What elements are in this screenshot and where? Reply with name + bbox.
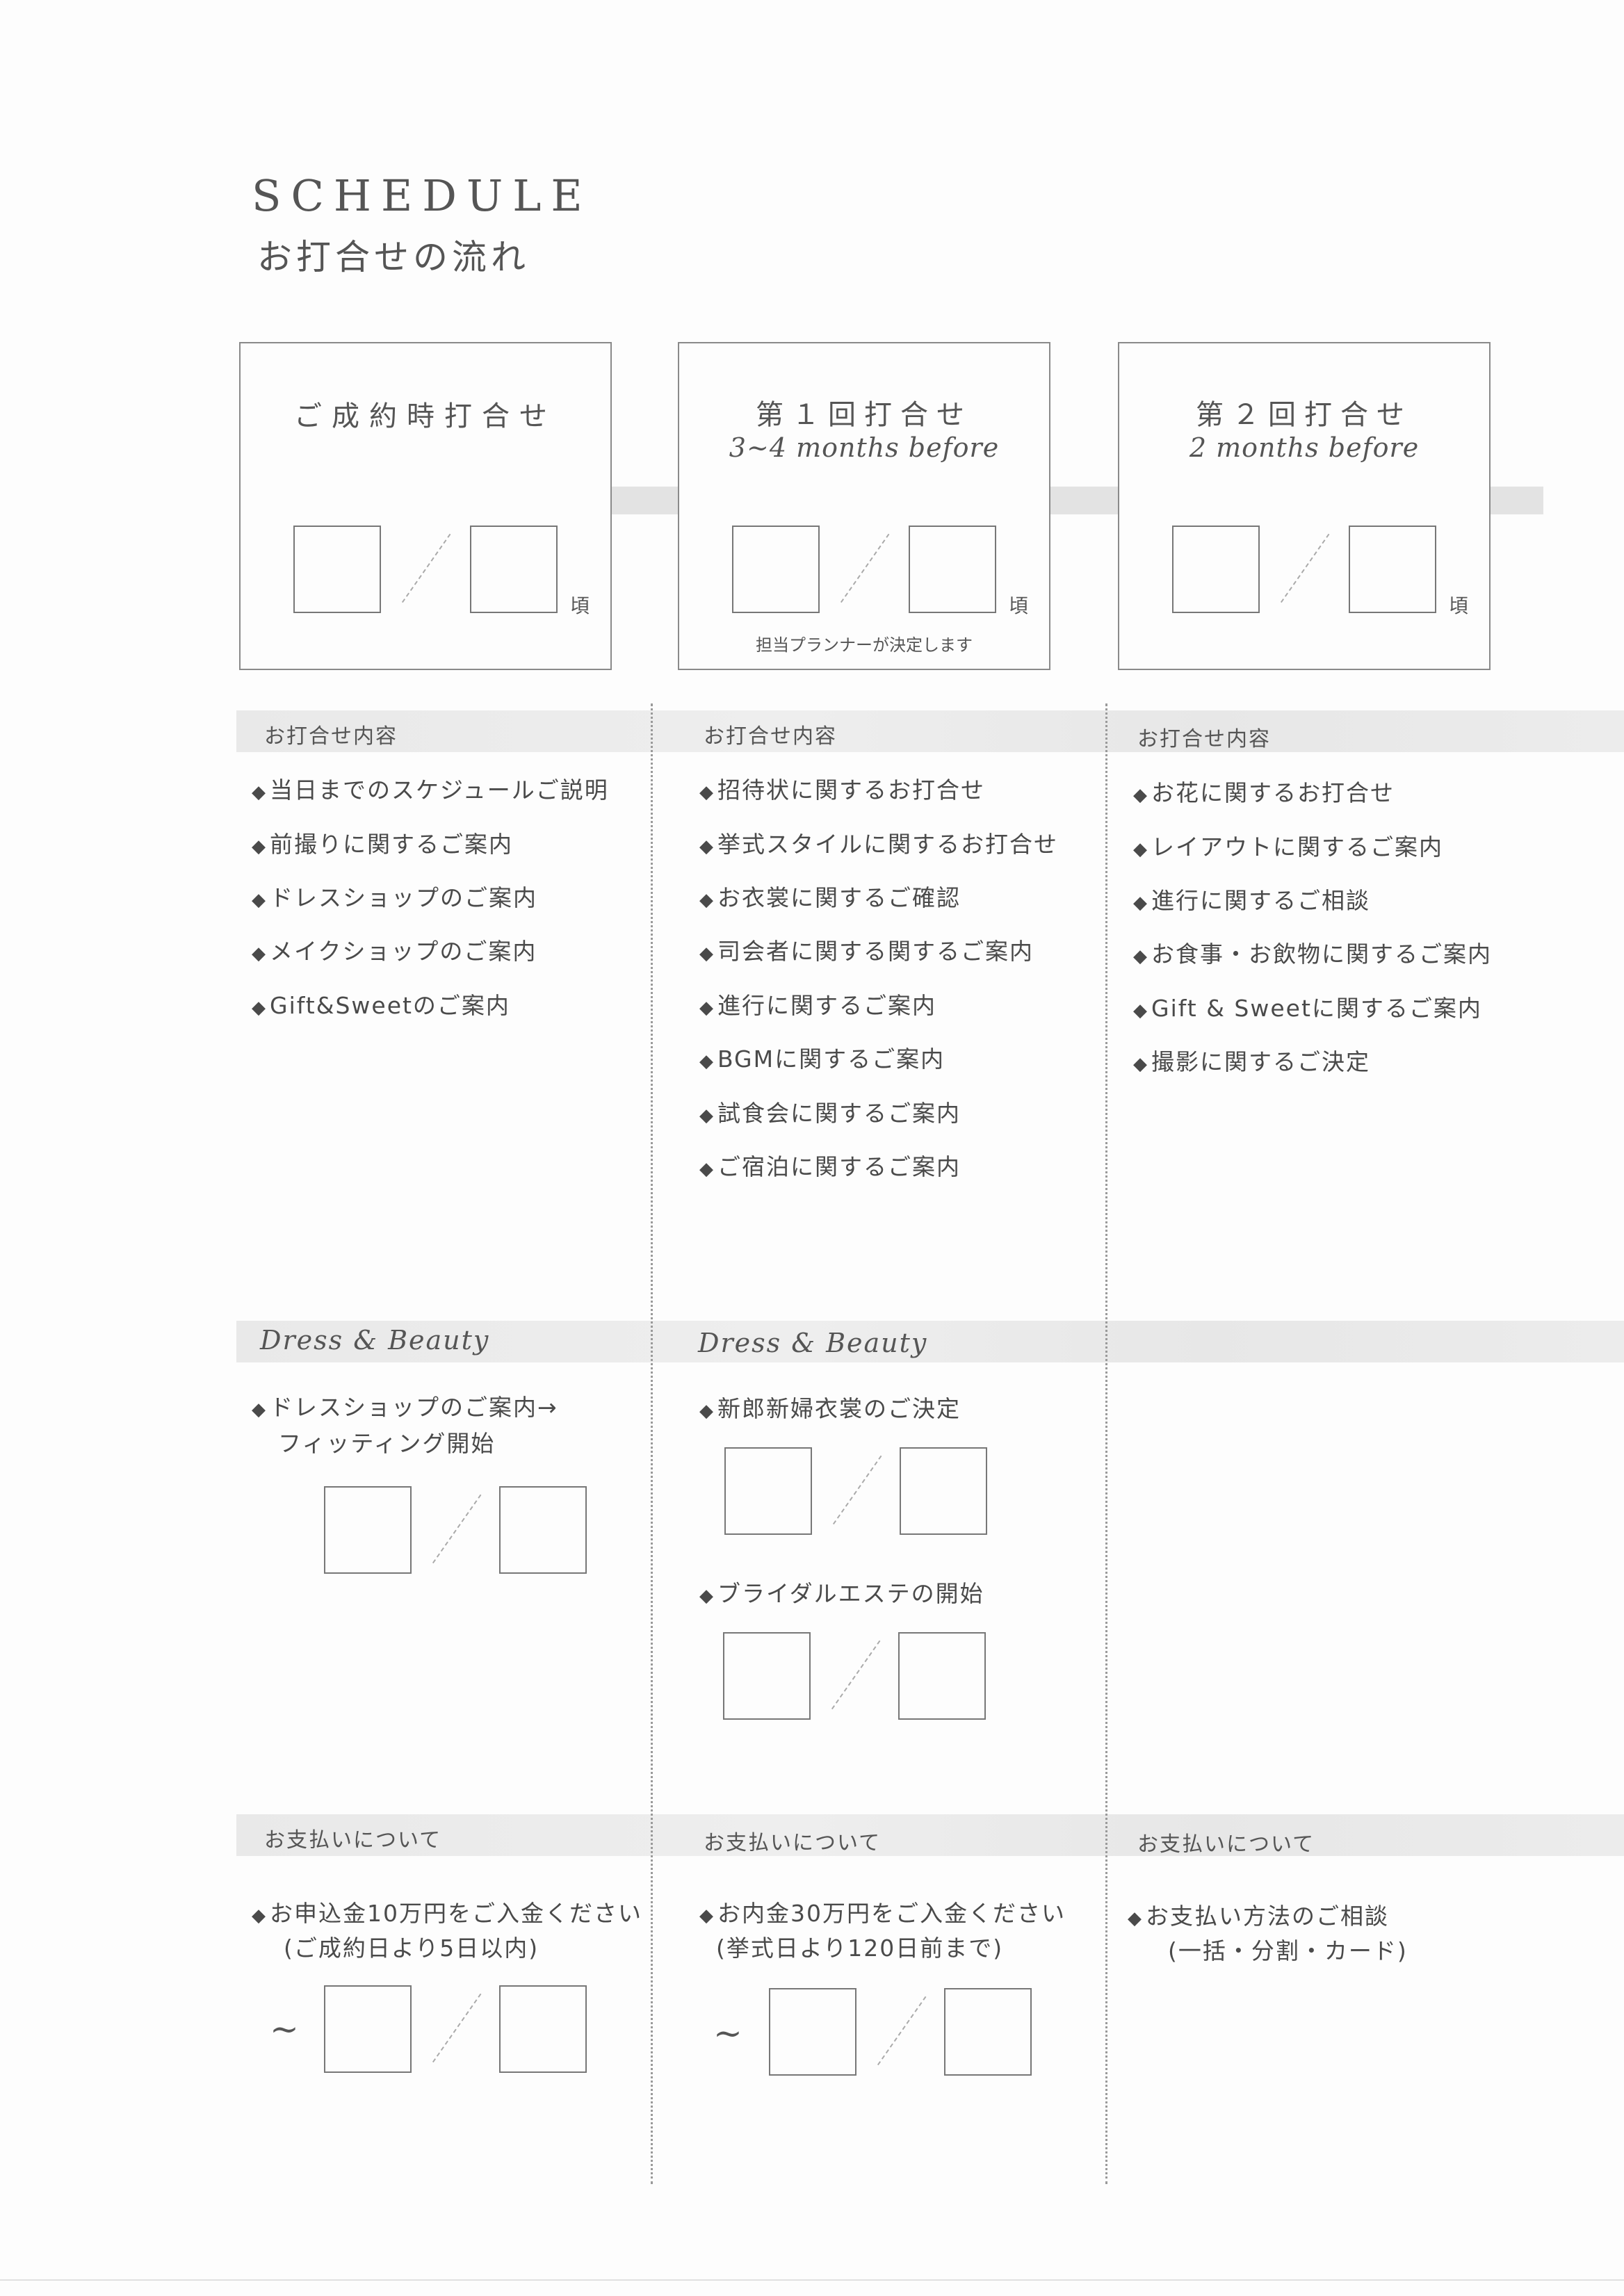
month-field[interactable] bbox=[324, 1486, 412, 1574]
month-field[interactable] bbox=[324, 1985, 412, 2073]
page-subtitle: お打合せの流れ bbox=[257, 237, 530, 277]
list-item: ◆ 当日までのスケジュールご説明 bbox=[252, 776, 609, 804]
section-band-payment bbox=[236, 1814, 1624, 1856]
list-item: ◆ お花に関するお打合せ bbox=[1133, 779, 1395, 806]
section-heading-payment: お支払いについて bbox=[704, 1831, 882, 1855]
meeting-box-3: 第２回打合せ 2 months before 頃 bbox=[1118, 342, 1491, 670]
date-separator bbox=[432, 1494, 483, 1565]
list-item: ◆ ご宿泊に関するご案内 bbox=[699, 1153, 961, 1180]
list-item: ◆ 挙式スタイルに関するお打合せ bbox=[699, 831, 1058, 858]
list-item: ◆ レイアウトに関するご案内 bbox=[1133, 833, 1443, 861]
date-separator bbox=[840, 533, 891, 604]
list-item: ◆ ブライダルエステの開始 bbox=[699, 1580, 984, 1607]
list-item: ◆ お内金30万円をご入金ください bbox=[699, 1900, 1066, 1927]
approx-label: 頃 bbox=[570, 594, 590, 617]
list-item: ◆ メイクショップのご案内 bbox=[252, 938, 537, 965]
date-separator bbox=[832, 1455, 884, 1526]
list-item: ◆ 司会者に関する関するご案内 bbox=[699, 938, 1034, 965]
day-field[interactable] bbox=[898, 1632, 986, 1720]
list-item: ◆ お支払い方法のご相談 bbox=[1128, 1903, 1389, 1930]
date-separator bbox=[432, 1993, 483, 2064]
section-heading-dress: Dress & Beauty bbox=[260, 1325, 490, 1355]
section-band-meeting bbox=[236, 710, 1624, 752]
list-item: ◆ ドレスショップのご案内 bbox=[252, 884, 537, 911]
section-heading-payment: お支払いについて bbox=[264, 1828, 442, 1853]
box-subtitle: 3~4 months before bbox=[729, 432, 1000, 463]
approx-label: 頃 bbox=[1009, 594, 1029, 617]
day-field[interactable] bbox=[470, 526, 558, 613]
list-item: ◆ お衣裳に関するご確認 bbox=[699, 884, 961, 911]
day-field[interactable] bbox=[909, 526, 996, 613]
list-item: ◆ Gift & Sweetに関するご案内 bbox=[1133, 995, 1482, 1022]
list-item: ◆ 撮影に関するご決定 bbox=[1133, 1048, 1370, 1075]
box-title: 第２回打合せ bbox=[1196, 399, 1413, 431]
planner-note: 担当プランナーが決定します bbox=[756, 635, 973, 655]
list-item-continuation: フィッティング開始 bbox=[278, 1430, 496, 1457]
month-field[interactable] bbox=[1172, 526, 1260, 613]
section-heading-meeting: お打合せ内容 bbox=[1137, 727, 1271, 751]
page-edge bbox=[0, 2279, 1624, 2281]
list-item: ◆ 招待状に関するお打合せ bbox=[699, 776, 985, 804]
day-field[interactable] bbox=[499, 1985, 587, 2073]
tilde-mark: ~ bbox=[713, 2013, 742, 2053]
day-field[interactable] bbox=[944, 1988, 1032, 2076]
list-item: ◆ 前撮りに関するご案内 bbox=[252, 831, 513, 858]
month-field[interactable] bbox=[293, 526, 381, 613]
box-subtitle: 2 months before bbox=[1189, 432, 1420, 463]
list-item-continuation: (一括・分割・カード) bbox=[1168, 1937, 1408, 1964]
approx-label: 頃 bbox=[1449, 594, 1469, 617]
day-field[interactable] bbox=[1349, 526, 1436, 613]
month-field[interactable] bbox=[769, 1988, 856, 2076]
list-item: ◆ 新郎新婦衣裳のご決定 bbox=[699, 1395, 961, 1422]
list-item: ◆ お食事・お飲物に関するご案内 bbox=[1133, 941, 1492, 968]
list-item: ◆ お申込金10万円をご入金ください bbox=[252, 1900, 642, 1927]
date-separator bbox=[401, 533, 453, 604]
list-item: ◆ 進行に関するご案内 bbox=[699, 992, 936, 1019]
date-separator bbox=[1280, 533, 1331, 604]
column-divider bbox=[1105, 703, 1107, 2184]
box-title: ご成約時打合せ bbox=[294, 400, 557, 432]
box-title: 第１回打合せ bbox=[756, 399, 973, 431]
month-field[interactable] bbox=[723, 1632, 811, 1720]
section-heading-meeting: お打合せ内容 bbox=[704, 724, 837, 749]
day-field[interactable] bbox=[499, 1486, 587, 1574]
list-item-continuation: (挙式日より120日前まで) bbox=[716, 1935, 1004, 1962]
day-field[interactable] bbox=[900, 1447, 987, 1535]
month-field[interactable] bbox=[724, 1447, 812, 1535]
section-heading-dress: Dress & Beauty bbox=[698, 1328, 928, 1358]
meeting-box-2: 第１回打合せ 3~4 months before 頃 担当プランナーが決定します bbox=[678, 342, 1050, 670]
section-heading-payment: お支払いについて bbox=[1137, 1832, 1315, 1857]
column-divider bbox=[651, 703, 653, 2184]
list-item: ◆ 試食会に関するご案内 bbox=[699, 1100, 961, 1127]
date-separator bbox=[831, 1640, 882, 1711]
list-item: ◆ 進行に関するご相談 bbox=[1133, 887, 1370, 914]
page-title: SCHEDULE bbox=[252, 170, 592, 221]
list-item: ◆ BGMに関するご案内 bbox=[699, 1045, 945, 1073]
list-item: ◆ Gift&Sweetのご案内 bbox=[252, 992, 510, 1019]
section-heading-meeting: お打合せ内容 bbox=[264, 724, 398, 749]
list-item: ◆ ドレスショップのご案内→ bbox=[252, 1394, 558, 1421]
list-item-continuation: (ご成約日より5日以内) bbox=[284, 1935, 539, 1962]
meeting-box-1: ご成約時打合せ 頃 bbox=[239, 342, 612, 670]
date-separator bbox=[877, 1996, 928, 2067]
tilde-mark: ~ bbox=[270, 2009, 299, 2049]
month-field[interactable] bbox=[732, 526, 820, 613]
